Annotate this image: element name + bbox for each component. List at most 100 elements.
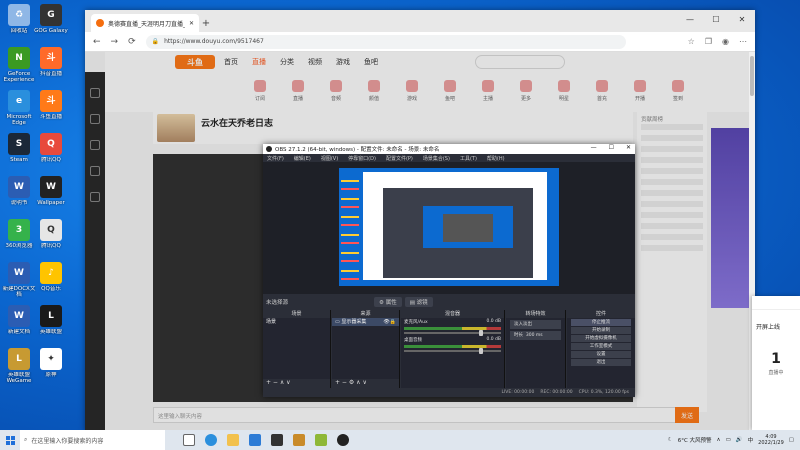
desktop-icon[interactable]: G GOG Galaxy <box>34 4 68 40</box>
favorite-icon[interactable]: ☆ <box>688 37 695 46</box>
forward-icon[interactable]: → <box>111 37 119 47</box>
url-field[interactable]: 🔒 https://www.douyu.com/9517467 <box>145 34 626 49</box>
more-icon[interactable]: ⋯ <box>739 37 747 46</box>
obs-control-button[interactable]: 工作室模式 <box>571 343 631 350</box>
obs-taskbar-icon[interactable] <box>337 434 349 446</box>
desktop-icon[interactable]: ♪ QQ音乐 <box>34 262 68 298</box>
obs-control-button[interactable]: 开始虚拟摄像机 <box>571 335 631 342</box>
minimize-button[interactable]: — <box>677 10 703 28</box>
clock[interactable]: 4:09 2022/1/29 <box>758 434 784 446</box>
app-icon: W <box>8 305 30 327</box>
properties-button[interactable]: ⚙ 属性 <box>374 297 402 307</box>
desktop-icon[interactable]: S Steam <box>2 133 36 169</box>
desktop-icon[interactable]: L 英雄联盟 <box>34 305 68 341</box>
volume-slider[interactable] <box>404 348 501 354</box>
tab-close-icon[interactable]: ✕ <box>189 20 194 27</box>
douyu-favicon-icon <box>96 19 104 27</box>
obs-menu-item[interactable]: 停靠窗口(D) <box>348 155 376 162</box>
desktop-icon[interactable]: L 英雄联盟WeGame <box>2 348 36 384</box>
no-source-label: 未选择源 <box>266 300 289 306</box>
obs-control-button[interactable]: 设置 <box>571 351 631 358</box>
desktop-icon[interactable]: W 说明书 <box>2 176 36 212</box>
ime-indicator[interactable]: 中 <box>748 436 754 444</box>
file-explorer-icon[interactable] <box>227 434 239 446</box>
desktop-icon[interactable]: W 新建文档 <box>2 305 36 341</box>
start-button[interactable] <box>0 430 20 450</box>
tray-chevron-icon[interactable]: ∧ <box>717 437 721 443</box>
desktop-icon[interactable]: 斗斗鱼直播 <box>34 90 68 126</box>
taskbar: ⌕ 在这里输入你要搜索的内容 ☾ 6°C 大风预警 ∧ ▭ 🔊 中 4:09 2… <box>0 430 800 450</box>
desktop-icon-label: QQ音乐 <box>41 286 61 292</box>
task-view-icon[interactable] <box>183 434 195 446</box>
app-icon: Q <box>40 133 62 155</box>
app-icon: ✦ <box>40 348 62 370</box>
desktop-icon[interactable]: 斗抖音直播 <box>34 47 68 83</box>
sources-toolbar[interactable]: + − ⚙ ∧ ∨ <box>332 379 399 388</box>
desktop-icon[interactable]: W Wallpaper <box>34 176 68 212</box>
obs-preview[interactable] <box>339 168 559 286</box>
desktop-icon[interactable]: e Microsoft Edge <box>2 90 36 126</box>
obs-control-button[interactable]: 开始录制 <box>571 327 631 334</box>
back-icon[interactable]: ← <box>93 37 101 47</box>
desktop-icon[interactable]: N GeForce Experience <box>2 47 36 83</box>
desktop-icon[interactable]: Q 腾讯QQ <box>34 133 68 169</box>
notification-center-icon[interactable]: ▢ <box>789 437 794 443</box>
volume-slider[interactable] <box>404 330 501 336</box>
edge-icon[interactable] <box>205 434 217 446</box>
desktop-icon-label: GeForce Experience <box>3 71 35 83</box>
volume-icon[interactable]: 🔊 <box>736 437 743 443</box>
obs-menu-item[interactable]: 场景集合(S) <box>423 155 450 162</box>
obs-minimize-button[interactable]: — <box>591 144 597 151</box>
browser-tab[interactable]: 奥德赛直播_天涯明月刀直播_斗鱼 ✕ <box>91 14 199 32</box>
obs-close-button[interactable]: ✕ <box>626 144 631 151</box>
source-item[interactable]: ▭ 显示器采集 👁🔒 <box>332 318 399 326</box>
maximize-button[interactable]: ☐ <box>703 10 729 28</box>
profile-icon[interactable]: ◉ <box>722 37 729 46</box>
obs-menu-item[interactable]: 帮助(H) <box>487 155 505 162</box>
desktop-icon-label: 新建文档 <box>7 329 30 335</box>
transition-select[interactable]: 淡入淡出 <box>510 320 561 329</box>
desktop-icon[interactable]: W 新建DOCX文档 <box>2 262 36 298</box>
transitions-dock: 转场特效 淡入淡出 时长 300 ms <box>506 310 566 388</box>
desktop-icon[interactable]: 3 360浏览器 <box>2 219 36 255</box>
obs-menu-item[interactable]: 文件(F) <box>267 155 284 162</box>
taskbar-search[interactable]: ⌕ 在这里输入你要搜索的内容 <box>20 430 165 450</box>
obs-control-button[interactable]: 停止推流 <box>571 319 631 326</box>
close-button[interactable]: ✕ <box>729 10 755 28</box>
obs-maximize-button[interactable]: ☐ <box>609 144 614 151</box>
desktop-icon-label: GOG Galaxy <box>34 28 68 34</box>
store-icon[interactable] <box>249 434 261 446</box>
transition-duration[interactable]: 时长 300 ms <box>510 331 561 340</box>
desktop-icon[interactable]: Q 腾讯QQ <box>34 219 68 255</box>
rec-status: REC: 00:00:00 <box>540 390 573 395</box>
notification-card[interactable]: 开屏上线 1 直播中 <box>752 296 800 430</box>
app-icon: 斗 <box>40 47 62 69</box>
lol-icon[interactable] <box>293 434 305 446</box>
mixer-dock: 混音器 麦克风/Aux 0.0 dB 桌面音频 0.0 dB <box>401 310 505 388</box>
mixer-title: 混音器 <box>401 310 504 318</box>
obs-menu-item[interactable]: 视图(V) <box>321 155 338 162</box>
preview-browser <box>363 172 547 280</box>
scenes-toolbar[interactable]: + − ∧ ∨ <box>263 379 330 388</box>
new-tab-button[interactable]: + <box>199 14 213 32</box>
weather-text[interactable]: 6°C 大风预警 <box>678 436 712 444</box>
notification-sub: 直播中 <box>768 370 784 376</box>
app-icon: L <box>8 348 30 370</box>
obs-menu-item[interactable]: 配置文件(P) <box>386 155 413 162</box>
network-icon[interactable]: ▭ <box>726 437 731 443</box>
desktop-icon[interactable]: ✦ 原神 <box>34 348 68 384</box>
sources-title: 来源 <box>332 310 399 318</box>
refresh-icon[interactable]: ⟳ <box>128 37 136 47</box>
obs-control-button[interactable]: 退出 <box>571 359 631 366</box>
address-bar-row: ← → ⟳ 🔒 https://www.douyu.com/9517467 ☆ … <box>85 32 755 52</box>
collections-icon[interactable]: ❐ <box>705 37 712 46</box>
filters-button[interactable]: ▤ 滤镜 <box>404 297 433 307</box>
tab-title: 奥德赛直播_天涯明月刀直播_斗鱼 <box>108 20 185 28</box>
gog-icon[interactable] <box>271 434 283 446</box>
mixer-channel: 桌面音频 0.0 dB <box>401 336 504 354</box>
douyu-app-icon[interactable] <box>315 434 327 446</box>
obs-menu-item[interactable]: 工具(T) <box>460 155 477 162</box>
desktop-icon[interactable]: ♻ 回收站 <box>2 4 36 40</box>
scene-item[interactable]: 场景 <box>263 318 330 326</box>
obs-menu-item[interactable]: 编辑(E) <box>294 155 311 162</box>
